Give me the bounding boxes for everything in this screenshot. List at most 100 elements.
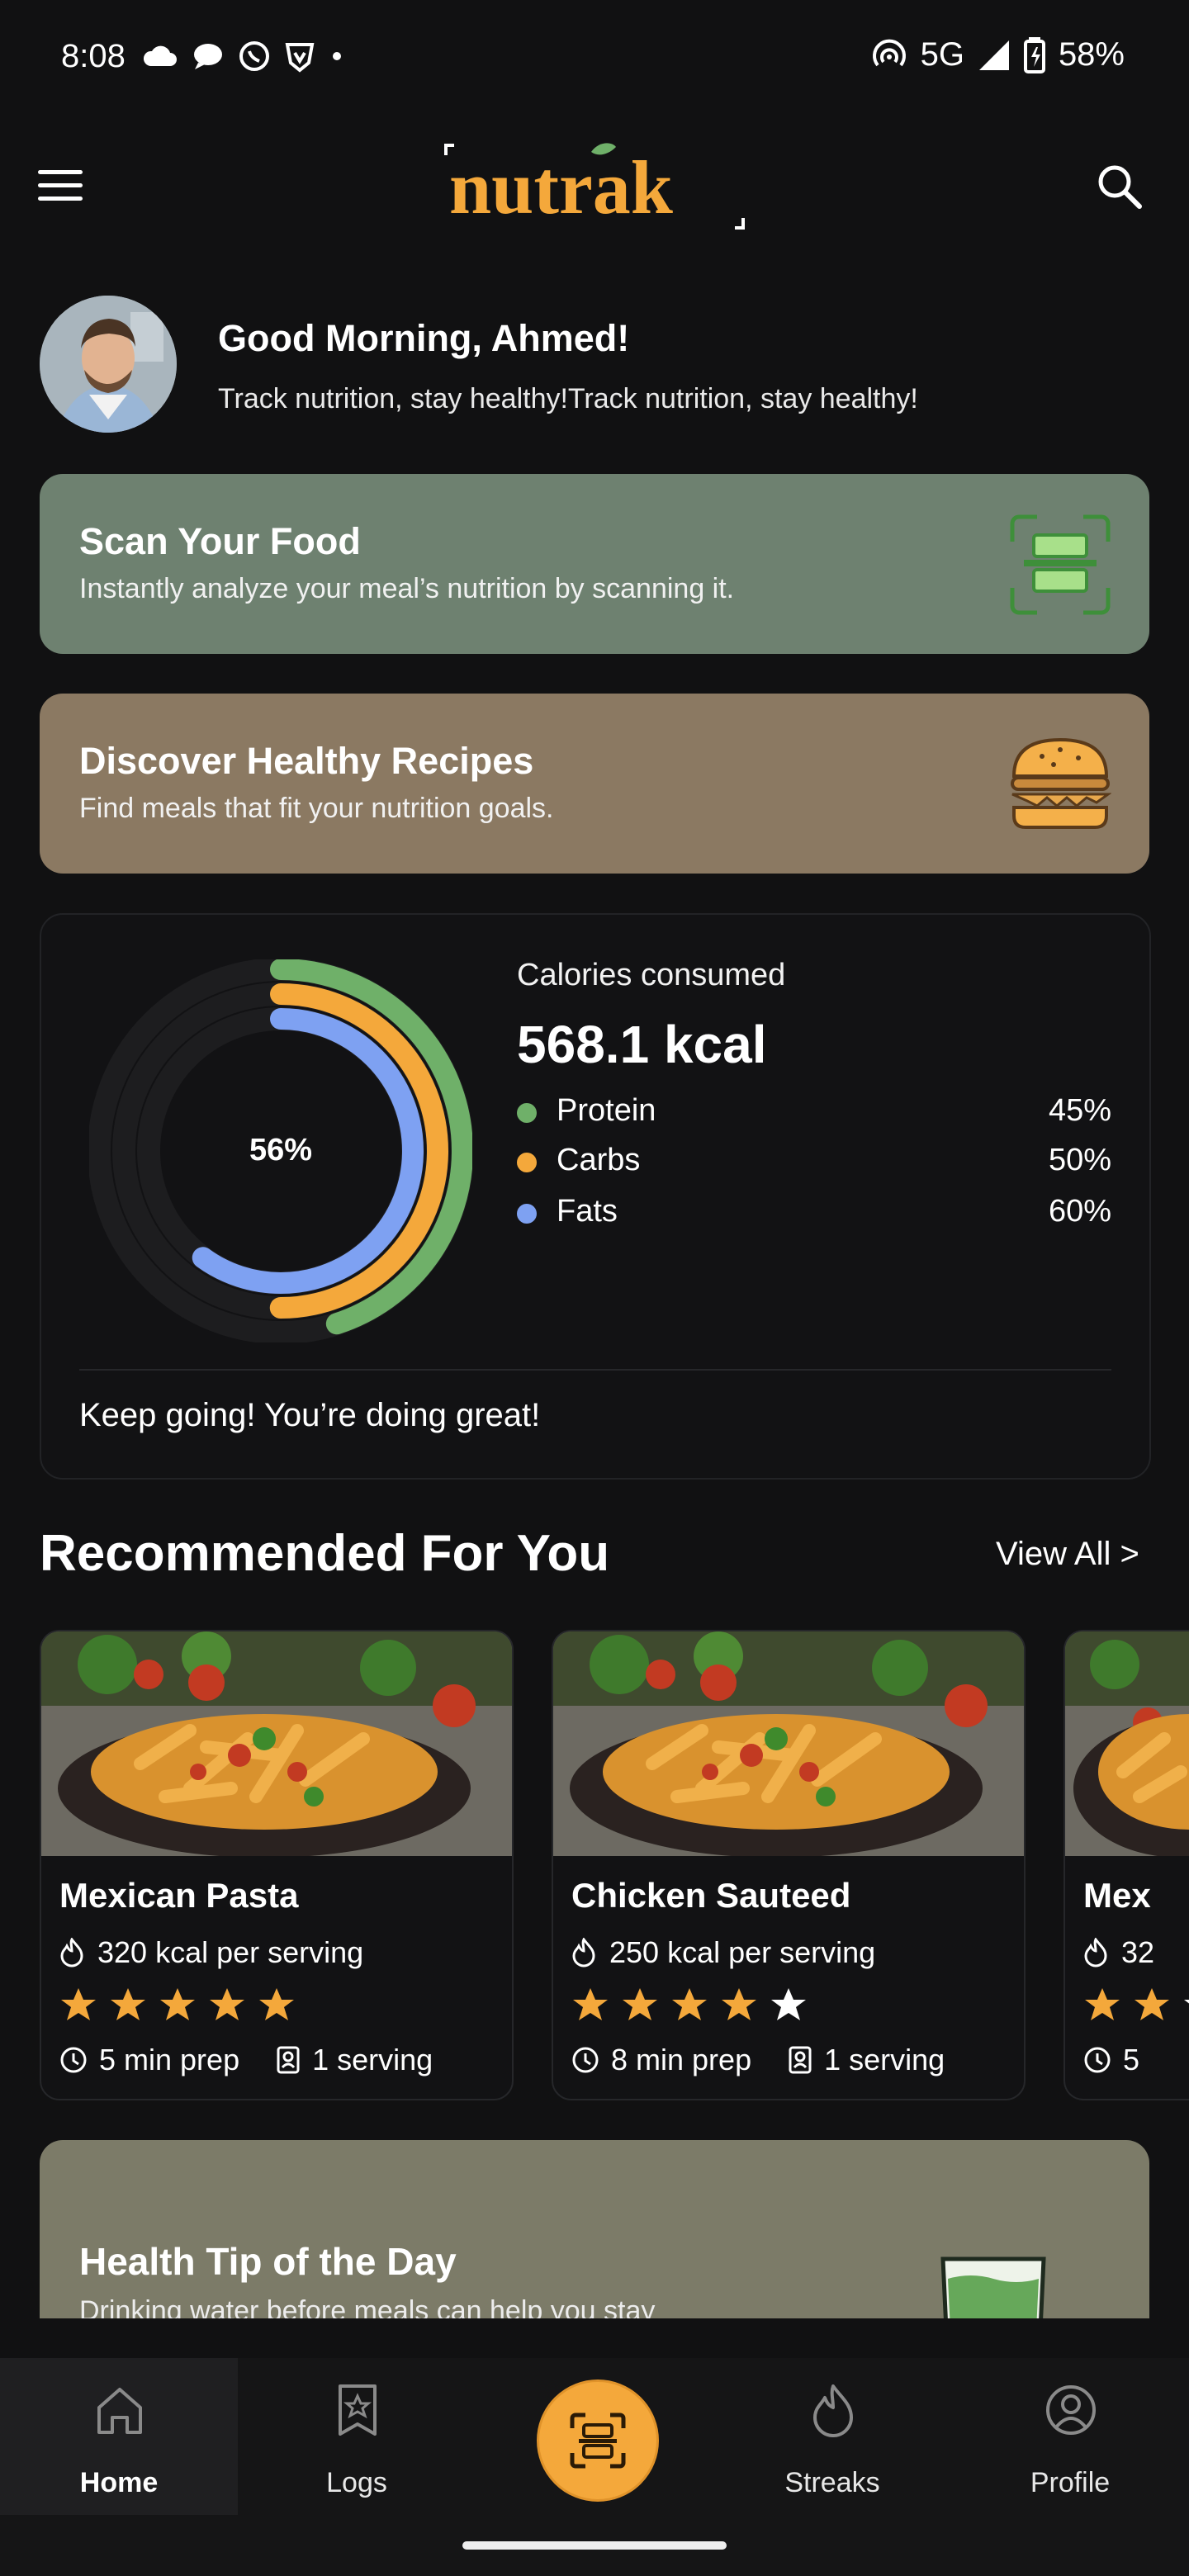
search-icon (1098, 165, 1142, 209)
menu-button[interactable] (38, 170, 83, 203)
scan-food-card[interactable]: Scan Your Food Instantly analyze your me… (40, 474, 1149, 654)
clock-icon (572, 2047, 599, 2073)
clock-icon (60, 2047, 87, 2073)
burger-icon (1011, 737, 1111, 829)
macro-percent: 50% (1048, 1143, 1111, 1177)
scan-icon (570, 2413, 626, 2469)
water-glass-icon (940, 2256, 1046, 2318)
nav-label: Profile (1030, 2467, 1111, 2498)
recipe-rating (1083, 1986, 1189, 2023)
recipe-meta: 5 (1083, 2043, 1139, 2077)
star-empty-icon (1184, 2000, 1189, 2004)
greeting-title: Good Morning, Ahmed! (218, 317, 630, 359)
flame-icon (1084, 1938, 1107, 1968)
macro-percent: 45% (1048, 1093, 1111, 1128)
health-tip-card[interactable]: Health Tip of the Day Drinking water bef… (40, 2140, 1149, 2318)
fats-dot (517, 1204, 537, 1224)
status-time: 8:08 (61, 38, 126, 74)
battery-icon (1023, 36, 1045, 73)
pasta-image (41, 1631, 512, 1856)
star-filled-icon (1135, 1988, 1169, 2020)
cloud-icon (143, 45, 177, 66)
pasta-image (553, 1631, 1024, 1856)
nutrak-logo: nutrak (438, 140, 751, 233)
pasta-image (1065, 1631, 1189, 1856)
profile-icon (1046, 2385, 1096, 2435)
macro-name: Carbs (557, 1143, 641, 1177)
hotspot-icon (872, 39, 906, 66)
recipe-rating (571, 1986, 808, 2023)
flame-icon (572, 1938, 595, 1968)
nav-streaks[interactable]: Streaks (713, 2358, 951, 2515)
star-filled-icon (1085, 1988, 1120, 2020)
view-all-link[interactable]: View All > (996, 1536, 1139, 1573)
status-right: 5G 58% (871, 36, 1125, 73)
flame-icon (813, 2384, 853, 2437)
recipe-meta: 5 min prep 1 serving (59, 2043, 433, 2077)
star-filled-icon (623, 1988, 657, 2020)
macro-row-carbs: Carbs 50% (517, 1143, 1111, 1186)
nav-label: Home (79, 2467, 159, 2498)
star-filled-icon (672, 1988, 707, 2020)
health-tip-title: Health Tip of the Day (79, 2240, 457, 2283)
clock-icon (1084, 2047, 1111, 2073)
nav-home[interactable]: Home (0, 2358, 238, 2515)
nav-logs[interactable]: Logs (238, 2358, 476, 2515)
hamburger-icon (38, 170, 83, 174)
signal-icon (978, 40, 1009, 70)
scan-fab-button[interactable] (537, 2379, 659, 2502)
ring-center-percent: 56% (249, 1133, 313, 1167)
network-type: 5G (920, 36, 964, 73)
serving-size: 1 serving (824, 2043, 945, 2076)
encouragement-text: Keep going! You’re doing great! (79, 1397, 541, 1433)
calories-label: Calories consumed (517, 958, 786, 992)
dot-icon (333, 52, 341, 60)
scan-food-icon (1010, 514, 1111, 615)
whatsapp-icon (239, 41, 269, 71)
serving-icon (277, 2046, 300, 2074)
recipes-card-title: Discover Healthy Recipes (79, 740, 534, 782)
star-filled-icon (61, 1988, 96, 2020)
home-indicator[interactable] (462, 2541, 727, 2550)
serving-icon (789, 2046, 812, 2074)
scan-card-subtitle: Instantly analyze your meal’s nutrition … (79, 573, 735, 604)
flame-icon (60, 1938, 83, 1968)
avatar[interactable] (40, 296, 177, 433)
star-filled-icon (160, 1988, 195, 2020)
macro-row-protein: Protein 45% (517, 1093, 1111, 1136)
prep-time: 5 (1123, 2043, 1140, 2076)
recipe-name: Chicken Sauteed (571, 1876, 851, 1915)
discover-recipes-card[interactable]: Discover Healthy Recipes Find meals that… (40, 694, 1149, 874)
calories-panel: 56% Calories consumed 568.1 kcal Protein… (40, 913, 1151, 1480)
nav-label: Logs (326, 2467, 387, 2498)
recipe-kcal: 250 kcal per serving (571, 1935, 875, 1970)
scan-card-title: Scan Your Food (79, 520, 361, 562)
recipe-name: Mex (1083, 1876, 1151, 1915)
battery-percent: 58% (1058, 36, 1125, 73)
recipes-card-subtitle: Find meals that fit your nutrition goals… (79, 793, 554, 824)
recipe-kcal-text: 320 kcal per serving (97, 1935, 364, 1969)
search-button[interactable] (1095, 162, 1144, 211)
serving-size: 1 serving (312, 2043, 433, 2076)
recipe-name: Mexican Pasta (59, 1876, 299, 1915)
recipe-kcal: 32 (1083, 1935, 1154, 1970)
macro-percent: 60% (1048, 1194, 1111, 1229)
logs-icon (339, 2384, 377, 2436)
macro-name: Fats (557, 1194, 618, 1229)
macro-row-fats: Fats 60% (517, 1194, 1111, 1237)
prep-time: 5 min prep (99, 2043, 240, 2076)
recipe-meta: 8 min prep 1 serving (571, 2043, 945, 2077)
notification-icons (142, 40, 345, 73)
recipe-kcal: 320 kcal per serving (59, 1935, 363, 1970)
greeting-subtitle: Track nutrition, stay healthy!Track nutr… (218, 383, 918, 414)
brave-icon (285, 43, 315, 73)
star-filled-icon (573, 1988, 608, 2020)
star-filled-icon (722, 1988, 756, 2020)
svg-text:nutrak: nutrak (449, 145, 674, 230)
recipe-card-chicken-sauteed[interactable]: Chicken Sauteed 250 kcal per serving 8 m… (552, 1630, 1026, 2100)
recipe-card-partial[interactable]: Mex 32 5 (1063, 1630, 1189, 2100)
home-icon (97, 2388, 142, 2434)
nav-profile[interactable]: Profile (951, 2358, 1189, 2515)
divider (79, 1369, 1111, 1371)
recipe-card-mexican-pasta[interactable]: Mexican Pasta 320 kcal per serving 5 min… (40, 1630, 514, 2100)
